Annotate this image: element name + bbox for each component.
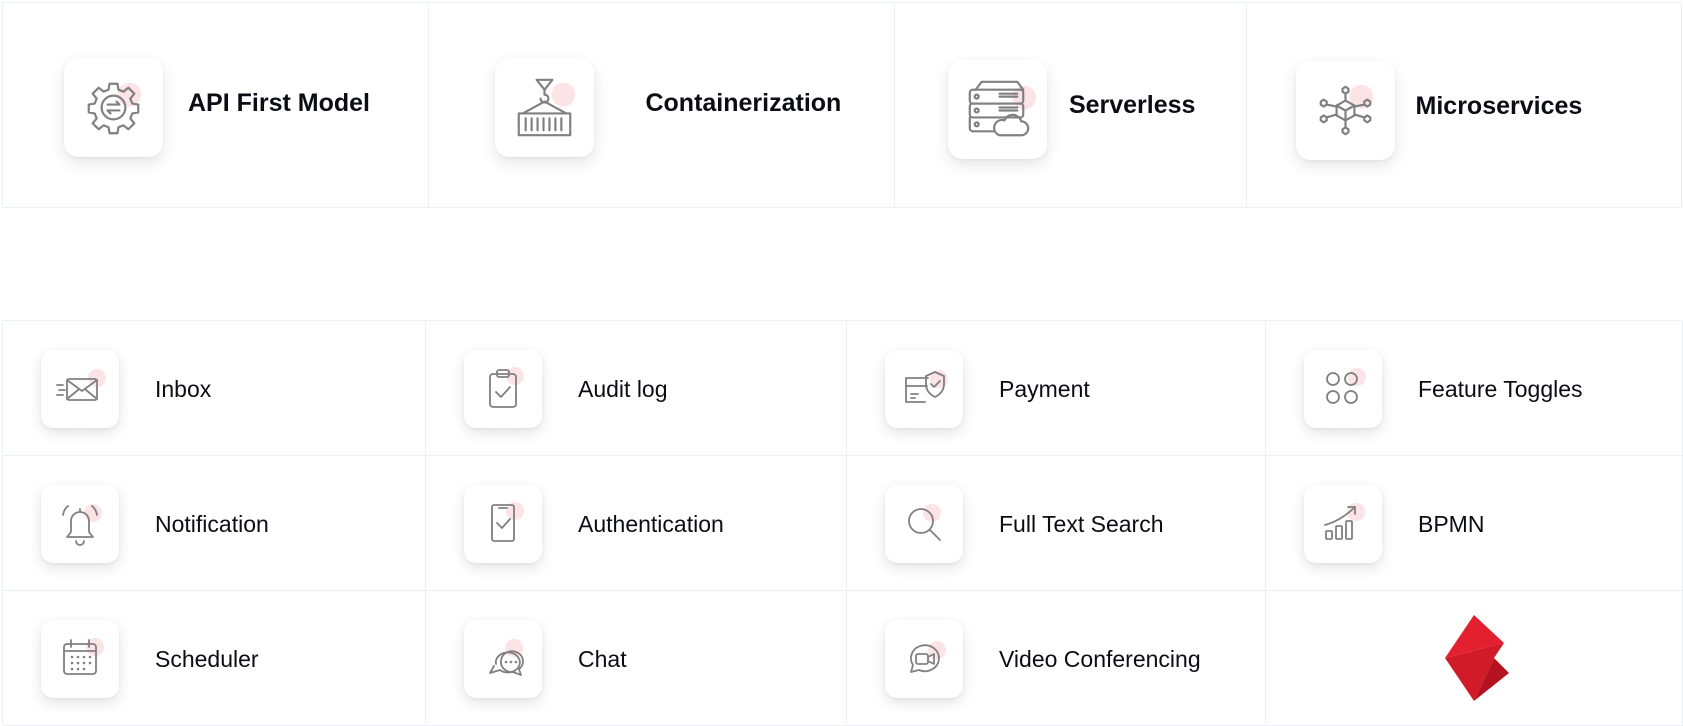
modules-grid: Inbox Audit log Payment Feature Toggles … (2, 320, 1683, 726)
feature-microservices[interactable]: Microservices (1247, 3, 1681, 207)
module-audit-log[interactable]: Audit log (426, 321, 847, 456)
phone-check-icon (464, 485, 542, 563)
clipboard-check-icon (464, 350, 542, 428)
video-bubble-icon (885, 620, 963, 698)
card-shield-icon (885, 350, 963, 428)
calendar-icon (41, 620, 119, 698)
module-chat[interactable]: Chat (426, 591, 847, 726)
module-video-conferencing[interactable]: Video Conferencing (847, 591, 1266, 726)
gear-exchange-icon (64, 58, 163, 157)
chat-bubbles-icon (464, 620, 542, 698)
brand-logo-cell (1266, 591, 1683, 726)
module-label: Full Text Search (999, 511, 1164, 537)
module-inbox[interactable]: Inbox (3, 321, 426, 456)
feature-label: Microservices (1415, 92, 1583, 120)
bell-icon (41, 485, 119, 563)
module-full-text-search[interactable]: Full Text Search (847, 456, 1266, 591)
module-label: Notification (155, 511, 269, 537)
envelope-icon (41, 350, 119, 428)
grid-circles-icon (1304, 350, 1382, 428)
module-feature-toggles[interactable]: Feature Toggles (1266, 321, 1683, 456)
module-label: Chat (578, 646, 627, 672)
feature-containerization[interactable]: Containerization (429, 3, 895, 207)
module-label: Audit log (578, 376, 668, 402)
server-cloud-icon (947, 60, 1047, 159)
module-label: Payment (999, 376, 1090, 402)
growth-chart-icon (1304, 485, 1382, 563)
feature-label: Serverless (1068, 91, 1196, 119)
module-notification[interactable]: Notification (3, 456, 426, 591)
module-scheduler[interactable]: Scheduler (3, 591, 426, 726)
magnifier-icon (885, 485, 963, 563)
module-label: BPMN (1418, 511, 1485, 537)
module-label: Inbox (155, 376, 212, 402)
cube-network-icon (1295, 61, 1395, 160)
crane-container-icon (495, 58, 595, 157)
module-label: Feature Toggles (1418, 376, 1583, 402)
feature-serverless[interactable]: Serverless (895, 3, 1247, 207)
module-label: Video Conferencing (999, 646, 1201, 672)
module-label: Authentication (578, 511, 724, 537)
module-label: Scheduler (155, 646, 259, 672)
feature-label: API First Model (188, 89, 370, 117)
module-payment[interactable]: Payment (847, 321, 1266, 456)
module-bpmn[interactable]: BPMN (1266, 456, 1683, 591)
red-chevron-logo (1445, 615, 1509, 701)
top-features-row: API First Model Containerization Serverl… (2, 2, 1682, 208)
module-authentication[interactable]: Authentication (426, 456, 847, 591)
feature-label: Containerization (645, 89, 842, 117)
feature-api-first[interactable]: API First Model (3, 3, 430, 207)
